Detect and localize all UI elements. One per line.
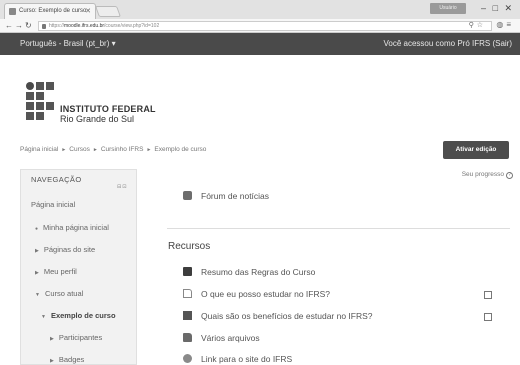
- activity-item[interactable]: Link para o site do IFRS: [183, 354, 292, 364]
- language-menu[interactable]: Português - Brasil (pt_br) ▾: [20, 33, 116, 55]
- progress-label: Seu progresso?: [462, 171, 513, 179]
- turn-editing-on-button[interactable]: Ativar edição: [443, 141, 509, 159]
- breadcrumb-separator-icon: ►: [92, 147, 98, 153]
- nav-participants-label: Participantes: [58, 333, 103, 342]
- block-controls-icon[interactable]: ⊟⊡: [117, 184, 127, 190]
- logo-title: INSTITUTO FEDERAL: [60, 104, 156, 114]
- close-tab-icon[interactable]: ✕: [85, 7, 91, 15]
- help-icon[interactable]: ?: [506, 172, 513, 179]
- url-prefix: https://: [49, 23, 65, 29]
- login-info[interactable]: Você acessou como Pró IFRS (Sair): [384, 33, 513, 55]
- moodle-favicon-icon: [9, 8, 16, 15]
- nav-my-home-label: Minha página inicial: [43, 223, 109, 232]
- activity-item[interactable]: Quais são os benefícios de estudar no IF…: [183, 311, 373, 321]
- back-icon[interactable]: ←: [5, 20, 13, 32]
- chevron-down-icon: ▼: [41, 314, 46, 320]
- new-tab-button[interactable]: [94, 6, 122, 17]
- logo-circle: [26, 82, 34, 90]
- logo-square: [36, 112, 44, 120]
- nav-current-course[interactable]: ▼ Curso atual: [35, 289, 83, 298]
- lock-icon: [42, 24, 46, 29]
- completion-checkbox[interactable]: [484, 291, 492, 299]
- logo-square: [36, 82, 44, 90]
- breadcrumb-courses[interactable]: Cursos: [69, 146, 90, 153]
- maximize-icon[interactable]: □: [493, 2, 498, 14]
- nav-my-profile-label: Meu perfil: [43, 267, 77, 276]
- top-navbar: Português - Brasil (pt_br) ▾ Você acesso…: [0, 33, 520, 55]
- nav-site-pages[interactable]: ▶ Páginas do site: [35, 245, 95, 254]
- bullet-icon: ●: [35, 226, 39, 232]
- nav-course-label: Exemplo de curso: [50, 311, 116, 320]
- nav-my-profile[interactable]: ▶ Meu perfil: [35, 267, 77, 276]
- file-icon: [183, 289, 192, 298]
- breadcrumb-category[interactable]: Cursinho IFRS: [101, 146, 144, 153]
- activity-label: Quais são os benefícios de estudar no IF…: [201, 311, 373, 321]
- pdf-icon: [183, 311, 192, 320]
- browser-user-badge[interactable]: Usuário: [430, 3, 466, 14]
- logo-square: [26, 102, 34, 110]
- news-forum-link[interactable]: Fórum de notícias: [183, 191, 269, 201]
- chevron-down-icon: ▼: [35, 292, 40, 298]
- nav-my-home[interactable]: ● Minha página inicial: [35, 223, 109, 232]
- logo-square: [26, 92, 34, 100]
- section-title: Recursos: [168, 241, 211, 252]
- completion-checkbox[interactable]: [484, 313, 492, 321]
- breadcrumb-separator-icon: ►: [146, 147, 152, 153]
- activity-item[interactable]: O que eu posso estudar no IFRS?: [183, 289, 330, 299]
- navigation-block: NAVEGAÇÃO ⊟⊡ Página inicial ● Minha págin…: [20, 169, 137, 365]
- progress-text: Seu progresso: [461, 171, 504, 178]
- forum-icon: [183, 191, 192, 200]
- chevron-right-icon: ▶: [50, 358, 54, 364]
- activity-label: Vários arquivos: [201, 333, 260, 343]
- url-input[interactable]: https://moodle.ifrs.edu.br/course/view.p…: [38, 21, 492, 31]
- logo-square: [26, 112, 34, 120]
- nav-current-course-label: Curso atual: [44, 289, 84, 298]
- url-host: moodle.ifrs.edu.br: [64, 23, 105, 29]
- folder-icon: [183, 333, 192, 342]
- zoom-star-icons[interactable]: ⚲☆: [469, 21, 486, 29]
- navigation-title: NAVEGAÇÃO: [31, 175, 82, 184]
- nav-course[interactable]: ▼ Exemplo de curso: [41, 311, 116, 320]
- activity-label: Resumo das Regras do Curso: [201, 267, 316, 277]
- minimize-icon[interactable]: –: [481, 2, 486, 14]
- book-icon: [183, 267, 192, 276]
- tab-title: Curso: Exemplo de curso: [19, 8, 87, 14]
- logo-square: [46, 82, 54, 90]
- activity-item[interactable]: Resumo das Regras do Curso: [183, 267, 315, 277]
- reload-icon[interactable]: ↻: [25, 20, 32, 32]
- breadcrumb-course[interactable]: Exemplo de curso: [154, 146, 206, 153]
- nav-home[interactable]: Página inicial: [31, 200, 75, 209]
- window-close-icon[interactable]: ✕: [504, 2, 512, 14]
- forward-icon[interactable]: →: [15, 20, 23, 32]
- breadcrumb-separator-icon: ►: [61, 147, 67, 153]
- logo-subtitle: Rio Grande do Sul: [60, 114, 135, 124]
- forum-label: Fórum de notícias: [201, 191, 270, 201]
- url-path: /course/view.php?id=102: [104, 23, 160, 29]
- breadcrumb: Página inicial ► Cursos ► Cursinho IFRS ► Exem…: [20, 146, 206, 153]
- chevron-right-icon: ▶: [35, 248, 39, 254]
- section-divider: [167, 228, 510, 229]
- url-icon: [183, 354, 192, 363]
- nav-site-pages-label: Páginas do site: [43, 245, 96, 254]
- chevron-right-icon: ▶: [35, 270, 39, 276]
- address-bar: ← → ↻ https://moodle.ifrs.edu.br/course/…: [0, 19, 520, 33]
- chevron-right-icon: ▶: [50, 336, 54, 342]
- activity-item[interactable]: Vários arquivos: [183, 333, 260, 343]
- logo-square: [36, 102, 44, 110]
- breadcrumb-home[interactable]: Página inicial: [20, 146, 58, 153]
- activity-label: O que eu posso estudar no IFRS?: [201, 289, 330, 299]
- browser-menu-icons[interactable]: ◍≡: [496, 20, 514, 29]
- browser-tab[interactable]: Curso: Exemplo de curso ✕: [4, 3, 96, 19]
- activity-label: Link para o site do IFRS: [201, 354, 293, 364]
- nav-badges[interactable]: ▶ Badges: [50, 355, 84, 364]
- nav-badges-label: Badges: [58, 355, 85, 364]
- logo-square: [46, 102, 54, 110]
- nav-participants[interactable]: ▶ Participantes: [50, 333, 102, 342]
- browser-tab-bar: Curso: Exemplo de curso ✕ Usuário – □ ✕: [0, 0, 520, 19]
- logo-square: [36, 92, 44, 100]
